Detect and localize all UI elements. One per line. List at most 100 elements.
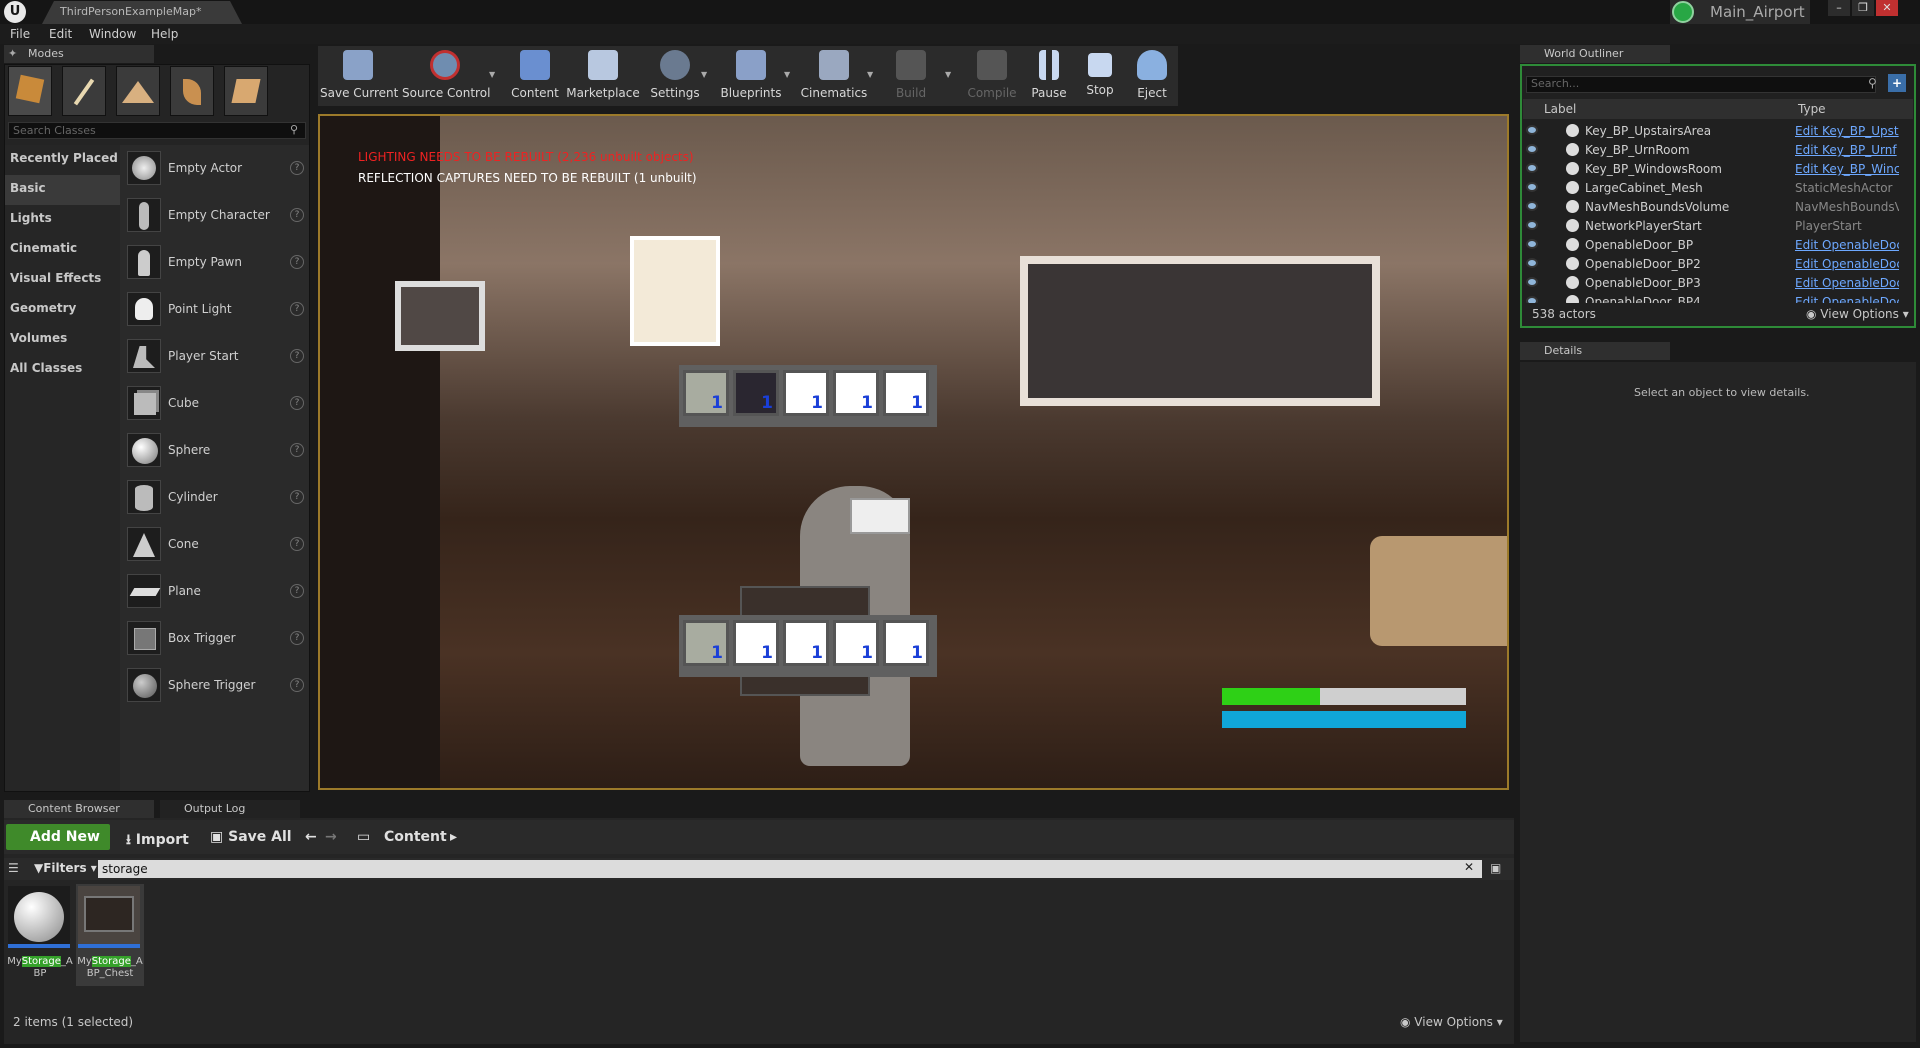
asset-search-input[interactable]: storage <box>98 860 1482 878</box>
category-volumes[interactable]: Volumes <box>5 325 120 355</box>
save-search-icon[interactable]: ▣ <box>1490 861 1501 875</box>
outliner-row[interactable]: OpenableDoor_BP3 Edit OpenableDoc <box>1523 274 1903 292</box>
help-icon[interactable]: ? <box>290 255 304 269</box>
visibility-eye-icon[interactable] <box>1526 296 1538 303</box>
menu-edit[interactable]: Edit <box>49 27 72 41</box>
chevron-down-icon[interactable]: ▼ <box>867 70 873 79</box>
foliage-mode-icon[interactable] <box>170 66 214 116</box>
help-icon[interactable]: ? <box>290 584 304 598</box>
outliner-search-input[interactable]: Search... <box>1526 76 1876 93</box>
help-icon[interactable]: ? <box>290 537 304 551</box>
visibility-eye-icon[interactable] <box>1526 277 1538 287</box>
chevron-down-icon[interactable]: ▼ <box>489 70 495 79</box>
category-geometry[interactable]: Geometry <box>5 295 120 325</box>
actor-type[interactable]: Edit OpenableDoc <box>1795 276 1899 290</box>
clear-search-icon[interactable]: ✕ <box>1464 860 1474 874</box>
paint-mode-icon[interactable] <box>62 66 106 116</box>
inventory-slot[interactable]: 1 <box>833 370 879 416</box>
visibility-eye-icon[interactable] <box>1526 220 1538 230</box>
inventory-slot[interactable]: 1 <box>883 620 929 666</box>
forward-icon[interactable]: → <box>325 829 337 845</box>
document-tab[interactable]: ThirdPersonExampleMap* <box>42 1 242 24</box>
world-outliner-tab[interactable]: World Outliner <box>1520 45 1670 63</box>
visibility-eye-icon[interactable] <box>1526 201 1538 211</box>
settings-button[interactable]: Settings <box>644 47 706 105</box>
content-button[interactable]: Content <box>506 47 564 105</box>
output-log-tab[interactable]: Output Log <box>160 800 300 818</box>
place-item-cube[interactable]: Cube? <box>124 384 306 426</box>
actor-type[interactable]: Edit Key_BP_Upst <box>1795 124 1899 138</box>
place-mode-icon[interactable] <box>8 66 52 116</box>
place-item-sphere-trigger[interactable]: Sphere Trigger? <box>124 666 306 708</box>
menu-help[interactable]: Help <box>151 27 178 41</box>
inventory-slot[interactable]: 1 <box>783 370 829 416</box>
add-new-button[interactable]: Add New ▾ <box>6 824 110 871</box>
outliner-view-options[interactable]: ◉ View Options ▾ <box>1806 307 1909 321</box>
chevron-down-icon[interactable]: ▼ <box>945 70 951 79</box>
chevron-down-icon[interactable]: ▼ <box>701 70 707 79</box>
maximize-button[interactable]: ❐ <box>1852 0 1874 16</box>
search-classes-input[interactable]: Search Classes <box>8 122 306 139</box>
back-icon[interactable]: ← <box>305 829 317 845</box>
outliner-row[interactable]: Key_BP_UpstairsArea Edit Key_BP_Upst <box>1523 122 1903 140</box>
path-chevron-icon[interactable]: ▸ <box>450 829 457 845</box>
inventory-slot[interactable]: 1 <box>683 370 729 416</box>
outliner-row[interactable]: LargeCabinet_Mesh StaticMeshActor <box>1523 179 1903 197</box>
category-all-classes[interactable]: All Classes <box>5 355 120 385</box>
place-item-plane[interactable]: Plane? <box>124 572 306 614</box>
place-item-box-trigger[interactable]: Box Trigger? <box>124 619 306 661</box>
help-icon[interactable]: ? <box>290 161 304 175</box>
chevron-down-icon[interactable]: ▼ <box>784 70 790 79</box>
outliner-row[interactable]: NavMeshBoundsVolume NavMeshBoundsV <box>1523 198 1903 216</box>
help-icon[interactable]: ? <box>290 208 304 222</box>
inventory-slot[interactable]: 1 <box>783 620 829 666</box>
menu-window[interactable]: Window <box>89 27 136 41</box>
details-tab[interactable]: Details <box>1520 342 1670 360</box>
outliner-row[interactable]: Key_BP_WindowsRoom Edit Key_BP_Winc <box>1523 160 1903 178</box>
blueprints-button[interactable]: Blueprints <box>718 47 784 105</box>
category-recently-placed[interactable]: Recently Placed <box>5 145 120 175</box>
unreal-logo-icon[interactable]: U <box>4 1 26 23</box>
place-item-empty-actor[interactable]: Empty Actor? <box>124 149 306 191</box>
place-item-empty-character[interactable]: Empty Character? <box>124 196 306 238</box>
place-item-player-start[interactable]: Player Start? <box>124 337 306 379</box>
visibility-eye-icon[interactable] <box>1526 182 1538 192</box>
level-viewport[interactable]: LIGHTING NEEDS TO BE REBUILT (2,236 unbu… <box>318 114 1509 790</box>
menu-file[interactable]: File <box>10 27 30 41</box>
col-label-header[interactable]: Label <box>1544 102 1576 116</box>
sources-toggle-icon[interactable]: ☰ <box>8 861 19 875</box>
landscape-mode-icon[interactable] <box>116 66 160 116</box>
help-icon[interactable]: ? <box>290 490 304 504</box>
source-control-status-icon[interactable] <box>1672 1 1694 23</box>
stop-button[interactable]: Stop <box>1076 47 1124 105</box>
modes-tab[interactable]: Modes <box>4 45 154 63</box>
visibility-eye-icon[interactable] <box>1526 239 1538 249</box>
asset-mystorage-a-bp-chest[interactable]: MyStorage_A BP_Chest <box>76 884 144 986</box>
close-button[interactable]: ✕ <box>1876 0 1898 16</box>
content-view-options[interactable]: ◉ View Options ▾ <box>1400 1015 1503 1029</box>
actor-type[interactable]: Edit Key_BP_Urnf <box>1795 143 1899 157</box>
eject-button[interactable]: Eject <box>1126 47 1178 105</box>
visibility-eye-icon[interactable] <box>1526 144 1538 154</box>
place-item-sphere[interactable]: Sphere? <box>124 431 306 473</box>
col-type-header[interactable]: Type <box>1798 102 1826 116</box>
actor-type[interactable]: Edit OpenableDoc <box>1795 257 1899 271</box>
outliner-row[interactable]: Key_BP_UrnRoom Edit Key_BP_Urnf <box>1523 141 1903 159</box>
compile-button[interactable]: Compile <box>962 47 1022 105</box>
pause-button[interactable]: Pause <box>1024 47 1074 105</box>
visibility-eye-icon[interactable] <box>1526 163 1538 173</box>
help-icon[interactable]: ? <box>290 302 304 316</box>
category-basic[interactable]: Basic <box>5 175 120 205</box>
outliner-row[interactable]: OpenableDoor_BP Edit OpenableDoc <box>1523 236 1903 254</box>
path-content[interactable]: Content <box>384 829 447 845</box>
inventory-slot[interactable]: 1 <box>833 620 879 666</box>
help-icon[interactable]: ? <box>290 631 304 645</box>
build-button[interactable]: Build <box>882 47 940 105</box>
visibility-eye-icon[interactable] <box>1526 125 1538 135</box>
help-icon[interactable]: ? <box>290 396 304 410</box>
save-all-button[interactable]: ▣ Save All <box>210 829 292 845</box>
actor-type[interactable]: Edit OpenableDoc <box>1795 295 1899 303</box>
outliner-row[interactable]: OpenableDoor_BP4 Edit OpenableDoc <box>1523 293 1903 303</box>
actor-type[interactable]: Edit Key_BP_Winc <box>1795 162 1899 176</box>
filters-dropdown[interactable]: ▼Filters ▾ <box>34 861 97 875</box>
